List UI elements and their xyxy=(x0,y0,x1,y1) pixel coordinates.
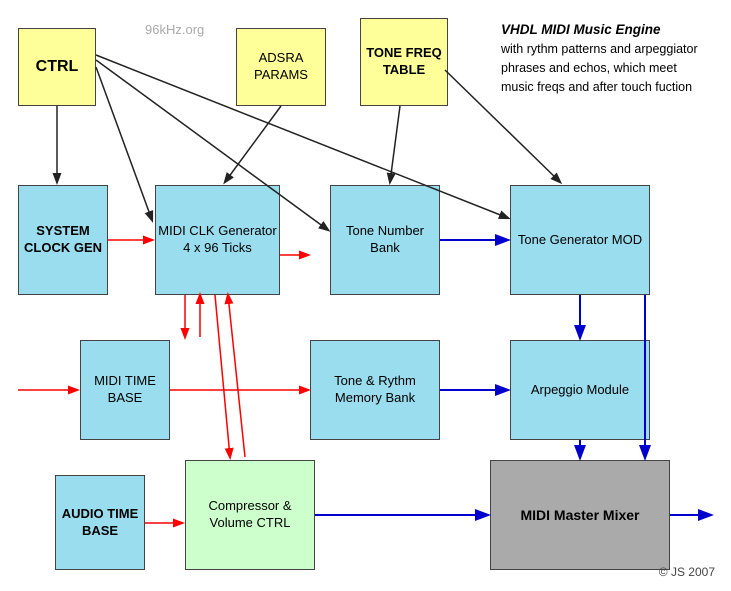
midi-time-base-box: MIDI TIME BASE xyxy=(80,340,170,440)
tone-number-bank-box: Tone Number Bank xyxy=(330,185,440,295)
audio-time-base-box: AUDIO TIME BASE xyxy=(55,475,145,570)
arpeggio-module-box: Arpeggio Module xyxy=(510,340,650,440)
info-block: VHDL MIDI Music Engine with rythm patter… xyxy=(501,20,711,97)
adsra-params-box: ADSRA PARAMS xyxy=(236,28,326,106)
midi-master-mixer-box: MIDI Master Mixer xyxy=(490,460,670,570)
system-clock-gen-box: SYSTEM CLOCK GEN xyxy=(18,185,108,295)
info-title: VHDL MIDI Music Engine xyxy=(501,20,711,40)
ctrl-box: CTRL xyxy=(18,28,96,106)
tone-freq-table-box: TONE FREQ TABLE xyxy=(360,18,448,106)
info-description: with rythm patterns and arpeggiator phra… xyxy=(501,40,711,96)
tone-rythm-memory-box: Tone & Rythm Memory Bank xyxy=(310,340,440,440)
watermark-text: 96kHz.org xyxy=(145,22,204,37)
compressor-volume-box: Compressor & Volume CTRL xyxy=(185,460,315,570)
copyright-text: © JS 2007 xyxy=(659,565,715,579)
midi-clk-gen-box: MIDI CLK Generator 4 x 96 Ticks xyxy=(155,185,280,295)
tone-generator-mod-box: Tone Generator MOD xyxy=(510,185,650,295)
